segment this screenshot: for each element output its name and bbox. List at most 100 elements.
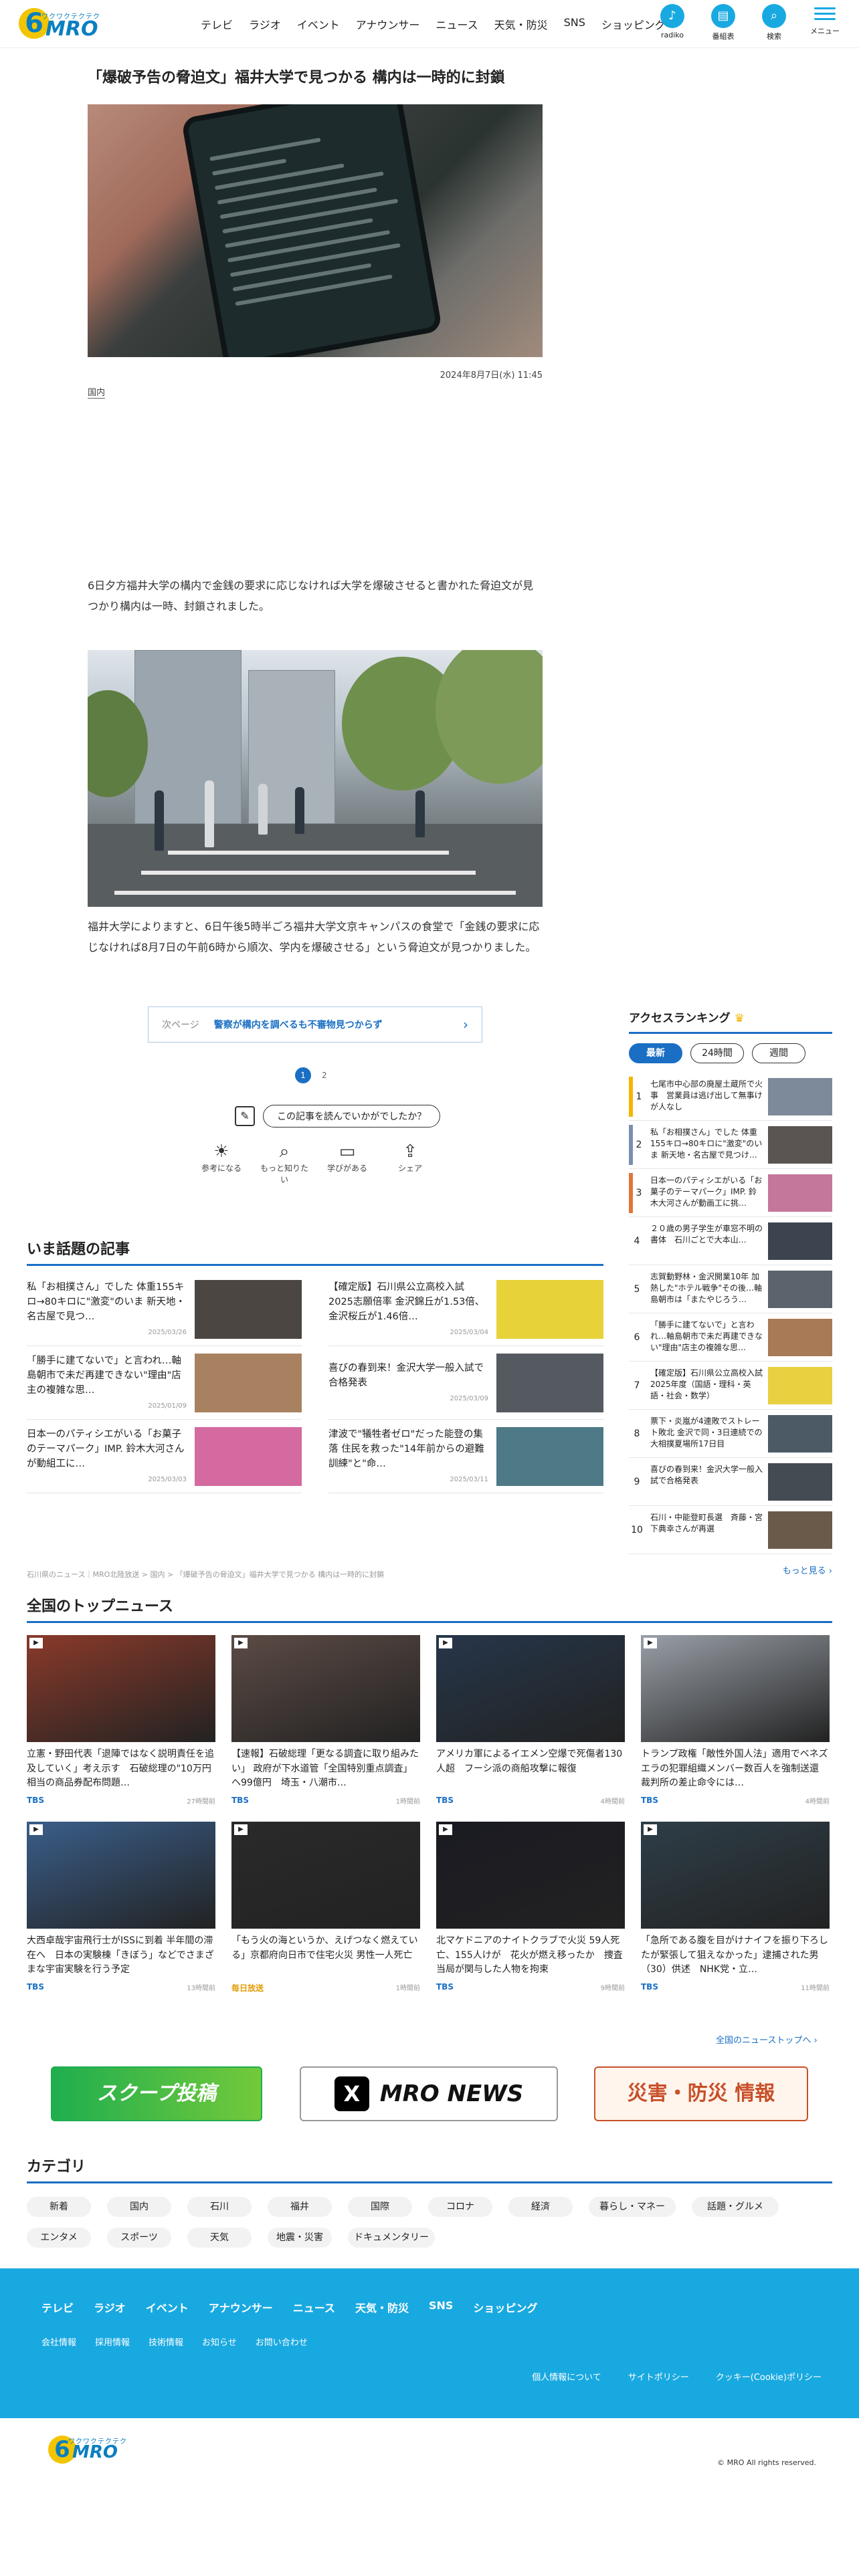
national-news-title: アメリカ軍によるイエメン空爆で死傷者130人超 フーシ派の商船攻撃に報復: [436, 1749, 623, 1774]
global-nav: テレビ ラジオ イベント アナウンサー ニュース 天気・防災 SNS ショッピン…: [201, 16, 666, 32]
footer-corp-link[interactable]: お問い合わせ: [256, 2335, 308, 2348]
nav-sns[interactable]: SNS: [564, 16, 585, 32]
national-more-link[interactable]: 全国のニューストップへ ›: [716, 2033, 818, 2046]
footer-nav-link[interactable]: イベント: [146, 2299, 189, 2315]
ranking-item[interactable]: 8 票下・炎嵐が4連敗でストレート敗北 金沢で同・3日連続での大相撲夏場所17日目: [629, 1410, 832, 1458]
ranking-item[interactable]: 6 「勝手に建てないで」と言われ…軸島朝市で未だ再建できない"理由"店主の複雑な思…: [629, 1313, 832, 1362]
play-icon: ▶: [29, 1638, 43, 1648]
nav-radio[interactable]: ラジオ: [249, 16, 281, 32]
tab-latest[interactable]: 最新: [629, 1043, 682, 1063]
category-chip[interactable]: 福井: [268, 2197, 332, 2217]
footer-corp-link[interactable]: お知らせ: [202, 2335, 237, 2348]
footer-logo[interactable]: 6 ワクワクテクテク MRO: [48, 2434, 128, 2470]
trending-article[interactable]: 私「お相撲さん」でした 体重155キロ→80キロに"激変"のいま 新天地・名古屋…: [27, 1273, 302, 1346]
reaction-label: もっと知りたい: [260, 1164, 308, 1184]
play-icon: ▶: [644, 1824, 657, 1835]
site-logo[interactable]: 6 ワクワクテクテク MRO: [19, 7, 112, 41]
national-news-source: TBS: [27, 1796, 44, 1805]
breadcrumb[interactable]: 石川県のニュース｜MRO北陸放送 > 国内 > 「爆破予告の脅迫文」福井大学で見…: [27, 1569, 384, 1580]
national-news-card[interactable]: ▶ トランプ政権「敵性外国人法」適用でベネズエラの犯罪組織メンバー数百人を強制送還…: [641, 1635, 830, 1806]
national-news-card[interactable]: ▶ 大西卓哉宇宙飛行士がISSに到着 半年間の滞在へ 日本の実験棟「きぼう」などで…: [27, 1822, 215, 1994]
ranking-item[interactable]: 1 七尾市中心部の廃屋土蔵所で火事 営業員は逃げ出して無事けが人なし: [629, 1073, 832, 1121]
reaction-more-button[interactable]: ⌕ もっと知りたい: [258, 1141, 311, 1185]
reaction-learn-button[interactable]: ▭ 学びがある: [320, 1141, 374, 1185]
mro-news-label: MRO NEWS: [379, 2080, 524, 2107]
category-chip[interactable]: 天気: [187, 2228, 252, 2248]
category-chip[interactable]: 国内: [107, 2197, 171, 2217]
national-news-card[interactable]: ▶ 【速報】石破総理「更なる調査に取り組みたい」 政府が下水道管「全国特別重点調査…: [231, 1635, 420, 1806]
footer-nav-link[interactable]: ラジオ: [94, 2299, 126, 2315]
category-chip[interactable]: 地震・災害: [268, 2228, 332, 2248]
ranking-item[interactable]: 2 私「お相撲さん」でした 体重155キロ→80キロに"激変"のいま 新天地・名古…: [629, 1121, 832, 1169]
footer-nav-link[interactable]: 天気・防災: [355, 2299, 409, 2315]
trending-article[interactable]: 【確定版】石川県公立高校入試2025志願倍率 金沢錦丘が1.53倍、金沢桜丘が1…: [328, 1273, 603, 1346]
trending-article[interactable]: 津波で"犠牲者ゼロ"だった能登の集落 住民を救った"14年前からの避難訓練"と"…: [328, 1420, 603, 1493]
ranking-list: 1 七尾市中心部の廃屋土蔵所で火事 営業員は逃げ出して無事けが人なし 2 私「お相撲さ…: [629, 1073, 832, 1554]
mro-news-x-banner[interactable]: X MRO NEWS: [300, 2066, 558, 2121]
search-button[interactable]: ⌕ 検索: [756, 4, 792, 41]
category-chip[interactable]: 国際: [348, 2197, 412, 2217]
next-page-link[interactable]: 次ページ 警察が構内を調べるも不審物見つからず ›: [148, 1006, 482, 1043]
trending-article[interactable]: 喜びの春到来！金沢大学一般入試で合格発表 2025/03/09: [328, 1346, 603, 1420]
ranking-item[interactable]: 3 日本一のパティシエがいる「お菓子のテーマパーク」IMP. 鈴木大河さんが動画工…: [629, 1169, 832, 1217]
trending-article-thumbnail: [496, 1279, 603, 1339]
ranking-item[interactable]: 5 志賀動野林・金沢開業10年 加熱した"ホテル戦争"その後…軸島朝市は「またやじ…: [629, 1265, 832, 1313]
category-chip[interactable]: スポーツ: [107, 2228, 171, 2248]
footer-nav-link[interactable]: ショッピング: [473, 2299, 537, 2315]
footer-nav-link[interactable]: SNS: [429, 2299, 453, 2315]
nav-event[interactable]: イベント: [297, 16, 340, 32]
footer-policy-link[interactable]: サイトポリシー: [628, 2370, 689, 2383]
trending-article-date: 2025/01/09: [148, 1402, 187, 1410]
footer-nav-link[interactable]: アナウンサー: [209, 2299, 273, 2315]
trending-article[interactable]: 「勝手に建てないで」と言われ…軸島朝市で未だ再建できない"理由"店主の複雑な思……: [27, 1346, 302, 1420]
category-chip[interactable]: 暮らし・マネー: [589, 2197, 676, 2217]
disaster-info-banner[interactable]: 災害・防災 情報: [594, 2066, 808, 2121]
reaction-label: 参考になる: [201, 1164, 242, 1173]
trending-article[interactable]: 日本一のパティシエがいる「お菓子のテーマパーク」IMP. 鈴木大河さんが動組工に…: [27, 1420, 302, 1493]
nav-news[interactable]: ニュース: [436, 16, 478, 32]
tab-24h[interactable]: 24時間: [690, 1043, 744, 1063]
footer-nav-link[interactable]: テレビ: [41, 2299, 74, 2315]
category-chip[interactable]: 話題・グルメ: [692, 2197, 779, 2217]
scoop-banner[interactable]: スクープ投稿: [51, 2066, 262, 2121]
footer-nav-link[interactable]: ニュース: [293, 2299, 335, 2315]
national-news-source: TBS: [231, 1796, 249, 1805]
ranking-item[interactable]: 7 【確定版】石川県公立高校入試 2025年度（国語・理科・英語・社会・数学）: [629, 1362, 832, 1410]
footer-corp-link[interactable]: 技術情報: [149, 2335, 183, 2348]
ranking-item[interactable]: 9 喜びの春到来！金沢大学一般入試で合格発表: [629, 1458, 832, 1506]
program-guide-button[interactable]: ▤ 番組表: [705, 4, 741, 41]
category-chip[interactable]: 新着: [27, 2197, 91, 2217]
national-news-image: ▶: [641, 1822, 830, 1929]
page-1-button[interactable]: 1: [295, 1067, 311, 1083]
ranking-item[interactable]: 4 ２０歳の男子学生が車窓不明の書体 石川ごとで大本山…: [629, 1217, 832, 1265]
nav-tv[interactable]: テレビ: [201, 16, 233, 32]
ranking-more-link[interactable]: もっと見る ›: [629, 1564, 832, 1576]
category-chip[interactable]: エンタメ: [27, 2228, 91, 2248]
footer-policy-link[interactable]: 個人情報について: [532, 2370, 601, 2383]
national-news-image: ▶: [641, 1635, 830, 1742]
nav-weather[interactable]: 天気・防災: [494, 16, 548, 32]
national-news-card[interactable]: ▶ 立憲・野田代表「退陣ではなく説明責任を追及していく」考え示す 石破総理の"10…: [27, 1635, 215, 1806]
reaction-share-button[interactable]: ⇪ シェア: [383, 1141, 437, 1185]
category-chip[interactable]: 石川: [187, 2197, 252, 2217]
footer-corp-link[interactable]: 会社情報: [41, 2335, 76, 2348]
footer-policy-link[interactable]: クッキー(Cookie)ポリシー: [716, 2370, 822, 2383]
category-chip[interactable]: 経済: [508, 2197, 573, 2217]
national-news-card[interactable]: ▶ アメリカ軍によるイエメン空爆で死傷者130人超 フーシ派の商船攻撃に報復 TBS…: [436, 1635, 625, 1806]
national-news-card[interactable]: ▶ 北マケドニアのナイトクラブで火災 59人死亡、155人けが 花火が燃え移ったか…: [436, 1822, 625, 1994]
nav-announcer[interactable]: アナウンサー: [356, 16, 420, 32]
menu-button[interactable]: メニュー: [807, 4, 843, 41]
radio-icon: ♪: [660, 4, 684, 28]
national-news-card[interactable]: ▶ 「もう火の海というか、えげつなく燃えている」京都府向日市で住宅火災 男性一人死…: [231, 1822, 420, 1994]
tab-weekly[interactable]: 週間: [752, 1043, 805, 1063]
article-category-link[interactable]: 国内: [88, 385, 106, 399]
radiko-button[interactable]: ♪ radiko: [654, 4, 690, 41]
reaction-helpful-button[interactable]: ☀ 参考になる: [195, 1141, 248, 1185]
category-chip[interactable]: ドキュメンタリー: [348, 2228, 435, 2248]
national-news-card[interactable]: ▶ 「急所である腹を目がけナイフを振り下ろしたが緊張して狙えなかった」逮捕された男…: [641, 1822, 830, 1994]
ranking-item[interactable]: 10 石川・中能登町長選 斉藤・宮下典幸さんが再選: [629, 1506, 832, 1554]
category-chip[interactable]: コロナ: [428, 2197, 492, 2217]
reaction-label: シェア: [397, 1164, 422, 1173]
footer-corp-link[interactable]: 採用情報: [95, 2335, 130, 2348]
page-2-button[interactable]: 2: [322, 1071, 327, 1080]
